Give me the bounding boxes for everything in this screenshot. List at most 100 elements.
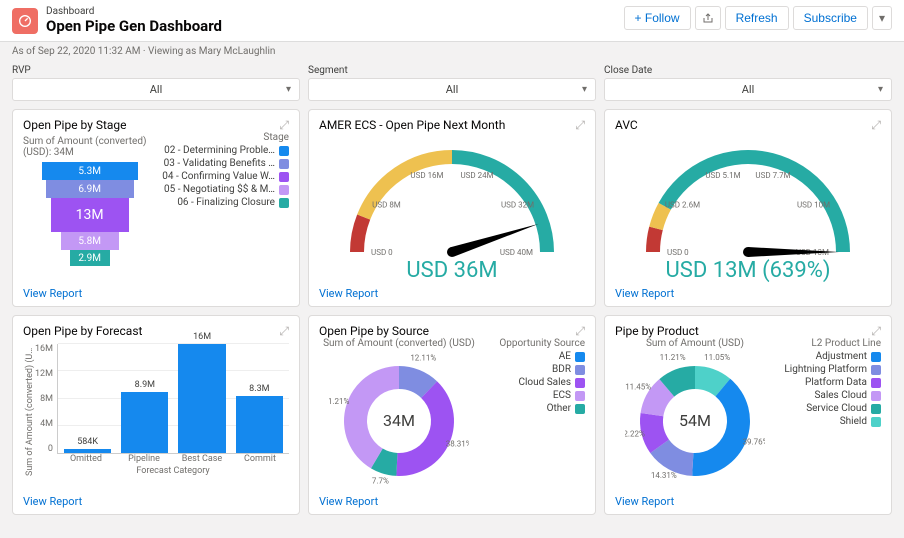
- svg-text:41.21%: 41.21%: [329, 397, 349, 406]
- svg-text:11.05%: 11.05%: [704, 353, 730, 362]
- view-report-link[interactable]: View Report: [23, 283, 289, 300]
- donut-subtitle: Sum of Amount (USD): [646, 338, 744, 349]
- legend-item: AE: [485, 351, 585, 362]
- view-report-link[interactable]: View Report: [319, 491, 585, 508]
- svg-text:11.21%: 11.21%: [660, 353, 686, 362]
- card-open-pipe-by-stage: Open Pipe by Stage ⤢ Sum of Amount (conv…: [12, 109, 300, 307]
- card-title: AMER ECS - Open Pipe Next Month: [319, 118, 585, 132]
- bar: 8.9M: [121, 392, 168, 453]
- filter-value: All: [742, 83, 755, 96]
- header-actions: + Follow Refresh Subscribe ▾: [624, 6, 892, 30]
- share-button[interactable]: [695, 6, 721, 30]
- filter-select-close-date[interactable]: All: [604, 78, 892, 101]
- legend-item: 06 - Finalizing Closure: [162, 197, 289, 208]
- dashboard-app-icon: [12, 8, 38, 34]
- expand-icon[interactable]: ⤢: [575, 324, 585, 339]
- card-title: AVC: [615, 118, 881, 132]
- chevron-down-icon: ▾: [879, 11, 885, 25]
- svg-text:USD 32M: USD 32M: [501, 200, 534, 209]
- filter-select-rvp[interactable]: All: [12, 78, 300, 101]
- legend-item: Sales Cloud: [781, 390, 881, 401]
- dashboard-meta: As of Sep 22, 2020 11:32 AM · Viewing as…: [0, 42, 904, 61]
- dashboard-grid: Open Pipe by Stage ⤢ Sum of Amount (conv…: [0, 109, 904, 527]
- bar: 8.3M: [236, 396, 283, 453]
- gauge-value: USD 36M: [406, 258, 497, 283]
- donut-chart: Sum of Amount (USD) 11.05% 39.76% 14.31% 12…: [615, 338, 881, 491]
- legend-item: 05 - Negotiating $$ & M…: [162, 184, 289, 195]
- svg-text:39.76%: 39.76%: [743, 438, 765, 447]
- expand-icon[interactable]: ⤢: [871, 118, 881, 133]
- card-title: Open Pipe by Source: [319, 324, 585, 338]
- legend-title: Stage: [162, 132, 289, 143]
- bar: 16M: [178, 344, 225, 453]
- card-open-pipe-by-source: Open Pipe by Source ⤢ Sum of Amount (con…: [308, 315, 596, 515]
- filter-close-date: Close Date All: [604, 65, 892, 101]
- funnel-segment: 5.3M: [42, 162, 138, 180]
- svg-text:USD 0: USD 0: [667, 248, 689, 257]
- filter-label: Segment: [308, 65, 596, 76]
- card-title: Open Pipe by Stage: [23, 118, 289, 132]
- legend-item: 02 - Determining Proble…: [162, 145, 289, 156]
- svg-text:USD 24M: USD 24M: [460, 171, 493, 180]
- funnel-segment: 13M: [51, 198, 129, 232]
- svg-text:14.31%: 14.31%: [651, 471, 677, 480]
- card-amer-ecs-gauge: AMER ECS - Open Pipe Next Month ⤢ USD 0U…: [308, 109, 596, 307]
- funnel-segment: 5.8M: [61, 232, 119, 250]
- card-pipe-by-product: Pipe by Product ⤢ Sum of Amount (USD) 11…: [604, 315, 892, 515]
- funnel-segment: 6.9M: [46, 180, 134, 198]
- svg-text:USD 8M: USD 8M: [372, 200, 401, 209]
- svg-text:USD 10M: USD 10M: [797, 200, 830, 209]
- funnel-subtitle: Sum of Amount (converted) (USD): 34M: [23, 136, 156, 158]
- svg-text:11.45%: 11.45%: [625, 382, 651, 391]
- filters-row: RVP All Segment All Close Date All: [0, 61, 904, 109]
- card-title: Open Pipe by Forecast: [23, 324, 289, 338]
- expand-icon[interactable]: ⤢: [279, 324, 289, 339]
- donut-subtitle: Sum of Amount (converted) (USD): [323, 338, 475, 349]
- header-left: Dashboard Open Pipe Gen Dashboard: [12, 6, 222, 35]
- expand-icon[interactable]: ⤢: [279, 118, 289, 133]
- follow-button[interactable]: + Follow: [624, 6, 691, 30]
- page-header: Dashboard Open Pipe Gen Dashboard + Foll…: [0, 0, 904, 42]
- view-report-link[interactable]: View Report: [319, 283, 585, 300]
- legend-title: Opportunity Source: [485, 338, 585, 349]
- filter-label: RVP: [12, 65, 300, 76]
- view-report-link[interactable]: View Report: [615, 491, 881, 508]
- share-icon: [702, 12, 714, 24]
- svg-text:12.11%: 12.11%: [410, 354, 436, 363]
- filter-select-segment[interactable]: All: [308, 78, 596, 101]
- subscribe-button[interactable]: Subscribe: [793, 6, 868, 30]
- view-report-link[interactable]: View Report: [23, 491, 289, 508]
- expand-icon[interactable]: ⤢: [575, 118, 585, 133]
- page-title: Open Pipe Gen Dashboard: [46, 17, 222, 35]
- legend-title: L2 Product Line: [781, 338, 881, 349]
- bar-xlabel: Forecast Category: [57, 466, 289, 476]
- gauge-value: USD 13M (639%): [665, 258, 830, 283]
- filter-value: All: [446, 83, 459, 96]
- bar: 584K: [64, 449, 111, 453]
- funnel-segment: 2.9M: [70, 250, 110, 266]
- more-actions-button[interactable]: ▾: [872, 6, 892, 30]
- filter-segment: Segment All: [308, 65, 596, 101]
- donut-legend: L2 Product Line Adjustment Lightning Plat…: [781, 338, 881, 491]
- expand-icon[interactable]: ⤢: [871, 324, 881, 339]
- card-avc-gauge: AVC ⤢ USD 0USD 2.6MUSD 5.1MUSD 7.7MUSD 1…: [604, 109, 892, 307]
- svg-text:38.31%: 38.31%: [446, 440, 469, 449]
- legend-item: Adjustment: [781, 351, 881, 362]
- legend-item: Service Cloud: [781, 403, 881, 414]
- svg-text:7.7%: 7.7%: [372, 476, 389, 485]
- view-report-link[interactable]: View Report: [615, 283, 881, 300]
- refresh-button[interactable]: Refresh: [725, 6, 789, 30]
- legend-item: Lightning Platform: [781, 364, 881, 375]
- legend-item: 03 - Validating Benefits …: [162, 158, 289, 169]
- legend-item: 04 - Confirming Value W…: [162, 171, 289, 182]
- funnel-chart: 5.3M6.9M13M5.8M2.9M: [23, 162, 156, 266]
- filter-rvp: RVP All: [12, 65, 300, 101]
- legend-item: Cloud Sales: [485, 377, 585, 388]
- donut-legend: Opportunity Source AEBDRCloud SalesECSOt…: [485, 338, 585, 491]
- svg-text:12.22%: 12.22%: [625, 429, 645, 438]
- bar-x-axis: OmittedPipelineBest CaseCommit: [57, 454, 289, 464]
- card-title: Pipe by Product: [615, 324, 881, 338]
- breadcrumb: Dashboard: [46, 6, 222, 17]
- legend-item: Shield: [781, 416, 881, 427]
- legend-item: Other: [485, 403, 585, 414]
